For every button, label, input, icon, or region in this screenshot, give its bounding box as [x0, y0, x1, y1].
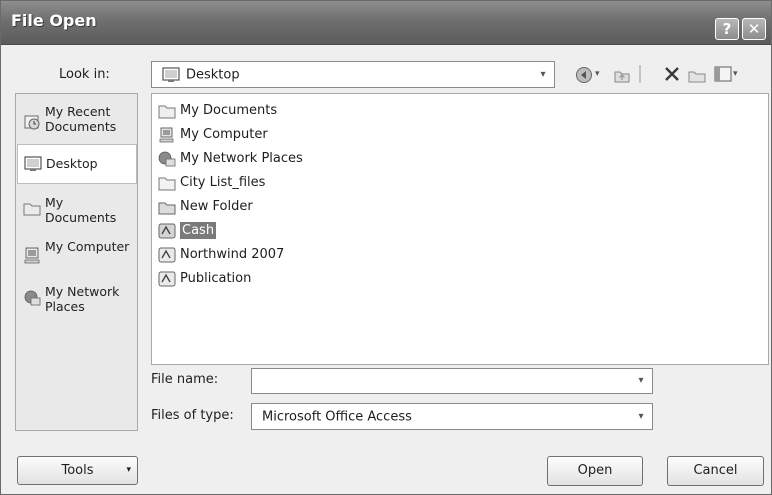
- access-database-icon: [158, 223, 176, 239]
- chevron-down-icon: ▾: [540, 68, 546, 80]
- desktop-icon: [162, 67, 180, 82]
- delete-icon[interactable]: [663, 65, 681, 91]
- place-desktop[interactable]: Desktop: [17, 144, 137, 184]
- file-open-dialog: File Open ? ✕ Look in: Desktop ▾ ▾ ▾ My …: [0, 0, 772, 495]
- list-item[interactable]: New Folder: [156, 196, 253, 218]
- dialog-toolbar: ▾ ▾: [569, 61, 769, 87]
- place-label: My Network Places: [45, 284, 120, 314]
- help-button[interactable]: ?: [715, 18, 739, 40]
- list-item[interactable]: Northwind 2007: [156, 244, 284, 266]
- place-label: My Recent Documents: [45, 104, 117, 134]
- chevron-down-icon: ▾: [126, 465, 131, 475]
- back-icon[interactable]: [575, 66, 593, 92]
- new-folder-icon[interactable]: [687, 66, 707, 92]
- close-button[interactable]: ✕: [742, 18, 766, 40]
- place-my-recent-documents[interactable]: My Recent Documents: [17, 104, 137, 140]
- file-list[interactable]: My Documents My Computer My Network Plac…: [151, 93, 769, 365]
- place-label: Desktop: [46, 156, 98, 171]
- access-database-icon: [158, 247, 176, 263]
- look-in-label: Look in:: [59, 67, 110, 82]
- dropdown-arrow-icon[interactable]: ▾: [733, 61, 738, 87]
- chevron-down-icon: ▾: [638, 410, 644, 422]
- look-in-value: Desktop: [186, 67, 240, 82]
- recent-documents-icon: [24, 115, 40, 130]
- tools-button[interactable]: Tools ▾: [17, 456, 138, 485]
- desktop-icon: [24, 156, 42, 171]
- place-my-computer[interactable]: My Computer: [17, 239, 137, 275]
- folder-icon: [158, 177, 176, 191]
- dialog-title: File Open: [11, 11, 97, 30]
- chevron-down-icon[interactable]: ▾: [633, 373, 649, 389]
- list-item[interactable]: My Documents: [156, 100, 277, 122]
- open-button[interactable]: Open: [547, 456, 643, 486]
- file-name-label: File name:: [151, 372, 219, 387]
- toolbar-divider: [639, 65, 641, 83]
- list-item[interactable]: My Computer: [156, 124, 268, 146]
- place-my-documents[interactable]: My Documents: [17, 195, 137, 231]
- list-item[interactable]: City List_files: [156, 172, 265, 194]
- file-name-input[interactable]: ▾: [251, 368, 653, 394]
- my-documents-icon: [23, 203, 41, 216]
- file-type-value: Microsoft Office Access: [262, 409, 412, 424]
- place-my-network-places[interactable]: My Network Places: [17, 284, 137, 320]
- up-folder-icon[interactable]: [613, 66, 631, 92]
- folder-icon: [158, 202, 176, 215]
- title-bar: File Open ? ✕: [1, 1, 771, 45]
- views-icon[interactable]: [713, 65, 733, 91]
- list-item[interactable]: Publication: [156, 268, 251, 290]
- look-in-dropdown[interactable]: Desktop ▾: [151, 61, 555, 88]
- list-item[interactable]: Cash: [156, 220, 217, 242]
- access-database-icon: [158, 271, 176, 287]
- my-computer-icon: [24, 247, 40, 264]
- file-type-label: Files of type:: [151, 408, 234, 423]
- computer-icon: [159, 127, 174, 143]
- file-type-dropdown[interactable]: Microsoft Office Access ▾: [251, 403, 653, 430]
- place-label: My Documents: [45, 195, 117, 225]
- list-item[interactable]: My Network Places: [156, 148, 303, 170]
- folder-documents-icon: [158, 105, 176, 119]
- network-icon: [158, 151, 176, 167]
- place-label: My Computer: [45, 239, 130, 254]
- places-bar: My Recent Documents Desktop My Documents…: [15, 93, 138, 431]
- tools-button-label: Tools: [61, 463, 94, 478]
- dropdown-arrow-icon[interactable]: ▾: [595, 61, 600, 87]
- network-places-icon: [24, 290, 41, 306]
- cancel-button[interactable]: Cancel: [667, 456, 764, 486]
